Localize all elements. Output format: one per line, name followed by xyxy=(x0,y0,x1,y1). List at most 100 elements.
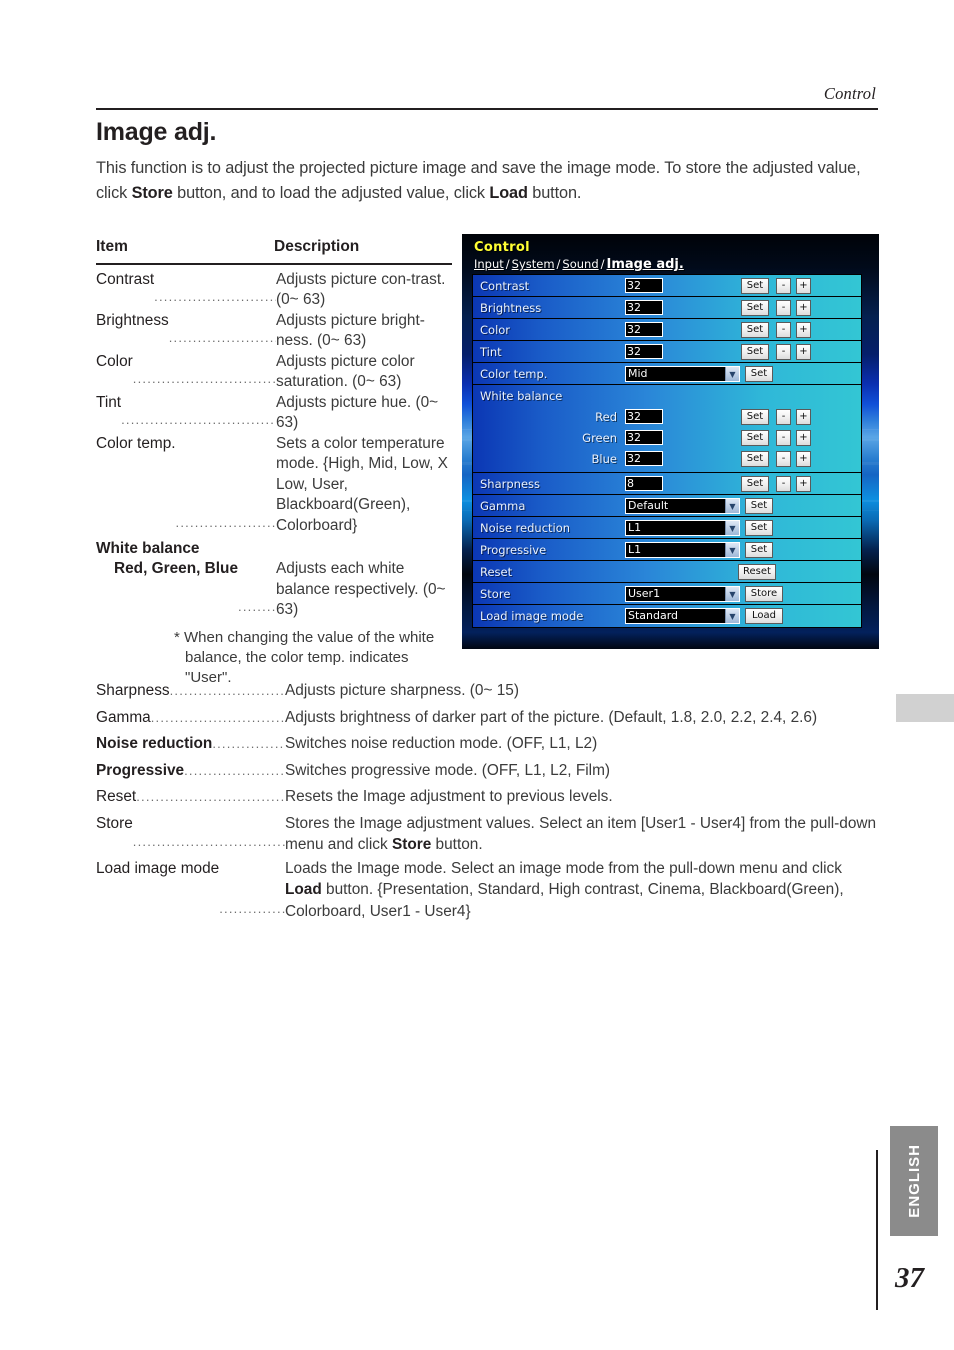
color-temp-select[interactable]: Mid ▼ xyxy=(625,366,740,382)
tint-minus-button[interactable]: - xyxy=(776,343,791,360)
reset-button[interactable]: Reset xyxy=(738,563,776,580)
row-label: Color temp. xyxy=(480,367,548,381)
white-balance-green-minus-button[interactable]: - xyxy=(776,429,791,446)
store-selected-value: User1 xyxy=(626,587,725,601)
noise-reduction-selected-value: L1 xyxy=(626,521,725,535)
progressive-set-button[interactable]: Set xyxy=(745,541,773,558)
load-button[interactable]: Load xyxy=(745,607,783,624)
panel-row-contrast: Contrast 32 Set - + xyxy=(473,275,861,297)
tint-set-button[interactable]: Set xyxy=(741,343,769,360)
definition-description: Sets a color temperature mode. {High, Mi… xyxy=(276,434,448,534)
panel-row-tint: Tint 32 Set - + xyxy=(473,341,861,363)
store-select[interactable]: User1 ▼ xyxy=(625,586,740,602)
breadcrumb-link-input[interactable]: Input xyxy=(474,257,504,271)
gamma-set-button[interactable]: Set xyxy=(745,497,773,514)
breadcrumb: Input / System / Sound / Image adj. xyxy=(474,257,684,272)
sharpness-input[interactable]: 8 xyxy=(625,476,663,491)
color-minus-button[interactable]: - xyxy=(776,321,791,338)
language-tab: ENGLISH xyxy=(890,1126,938,1236)
contrast-minus-button[interactable]: - xyxy=(776,277,791,294)
breadcrumb-link-sound[interactable]: Sound xyxy=(562,257,598,271)
tint-input[interactable]: 32 xyxy=(625,344,663,359)
white-balance-blue-input[interactable]: 32 xyxy=(625,451,663,466)
chevron-down-icon: ▼ xyxy=(725,499,739,513)
brightness-set-button[interactable]: Set xyxy=(741,299,769,316)
desc-pre: Loads the Image mode. Select an image mo… xyxy=(285,859,842,877)
panel-row-color: Color 32 Set - + xyxy=(473,319,861,341)
intro-part-3: button. xyxy=(527,184,582,202)
list-term: Reset xyxy=(96,788,137,805)
row-label: Progressive xyxy=(480,543,547,557)
white-balance-red-minus-button[interactable]: - xyxy=(776,408,791,425)
breadcrumb-link-system[interactable]: System xyxy=(512,257,555,271)
page-title: Image adj. xyxy=(96,118,217,146)
white-balance-red-label: Red xyxy=(595,410,617,424)
white-balance-red-input[interactable]: 32 xyxy=(625,409,663,424)
list-item: Gamma ..................................… xyxy=(96,707,882,732)
dot-leader: ........................................… xyxy=(212,736,285,751)
white-balance-red-plus-button[interactable]: + xyxy=(796,408,811,425)
definition-description: Adjusts picture bright-ness. (0~ 63) xyxy=(276,311,425,350)
row-label: Brightness xyxy=(480,301,542,315)
color-input[interactable]: 32 xyxy=(625,322,663,337)
tint-plus-button[interactable]: + xyxy=(796,343,811,360)
row-label: Sharpness xyxy=(480,477,541,491)
progressive-select[interactable]: L1 ▼ xyxy=(625,542,740,558)
list-description: Switches progressive mode. (OFF, L1, L2,… xyxy=(285,760,882,782)
color-temp-selected-value: Mid xyxy=(626,367,725,381)
sharpness-minus-button[interactable]: - xyxy=(776,475,791,492)
desc-bold: Store xyxy=(391,836,432,853)
white-balance-green-plus-button[interactable]: + xyxy=(796,429,811,446)
definition-row: Brightness .............................… xyxy=(96,311,452,352)
brightness-plus-button[interactable]: + xyxy=(796,299,811,316)
row-label: Contrast xyxy=(480,279,530,293)
definition-term: Color temp. xyxy=(96,434,176,452)
dot-leader: ........................................… xyxy=(132,834,285,849)
contrast-input[interactable]: 32 xyxy=(625,278,663,293)
breadcrumb-current-image-adj: Image adj. xyxy=(606,257,684,272)
breadcrumb-separator: / xyxy=(600,257,605,271)
brightness-input[interactable]: 32 xyxy=(625,300,663,315)
gamma-select[interactable]: Default ▼ xyxy=(625,498,740,514)
white-balance-green-input[interactable]: 32 xyxy=(625,430,663,445)
white-balance-blue-plus-button[interactable]: + xyxy=(796,450,811,467)
sharpness-set-button[interactable]: Set xyxy=(741,475,769,492)
store-button[interactable]: Store xyxy=(745,585,783,602)
definition-term: Brightness xyxy=(96,311,169,329)
color-temp-set-button[interactable]: Set xyxy=(745,365,773,382)
dot-leader: ........................................… xyxy=(168,330,276,346)
dot-leader: ........................................… xyxy=(184,762,285,778)
sharpness-plus-button[interactable]: + xyxy=(796,475,811,492)
brightness-minus-button[interactable]: - xyxy=(776,299,791,316)
white-balance-green-set-button[interactable]: Set xyxy=(741,429,769,446)
contrast-plus-button[interactable]: + xyxy=(796,277,811,294)
panel-row-progressive: Progressive L1 ▼ Set xyxy=(473,539,861,561)
column-header-description: Description xyxy=(274,238,360,255)
list-term: Sharpness xyxy=(96,682,170,699)
row-label: Tint xyxy=(480,345,502,359)
progressive-selected-value: L1 xyxy=(626,543,725,557)
panel-row-store: Store User1 ▼ Store xyxy=(473,583,861,605)
panel-row-sharpness: Sharpness 8 Set - + xyxy=(473,473,861,495)
color-plus-button[interactable]: + xyxy=(796,321,811,338)
noise-reduction-set-button[interactable]: Set xyxy=(745,519,773,536)
white-balance-red-set-button[interactable]: Set xyxy=(741,408,769,425)
dot-leader: ........................................… xyxy=(169,683,285,698)
row-label: Load image mode xyxy=(480,609,584,623)
definition-row: Color temp. ............................… xyxy=(96,434,452,537)
section-edge-marker xyxy=(896,694,954,722)
panel-row-reset: Reset Reset xyxy=(473,561,861,583)
color-set-button[interactable]: Set xyxy=(741,321,769,338)
contrast-set-button[interactable]: Set xyxy=(741,277,769,294)
load-image-mode-select[interactable]: Standard ▼ xyxy=(625,608,740,624)
list-term: Noise reduction xyxy=(96,735,213,752)
definition-term: Color xyxy=(96,352,133,370)
noise-reduction-select[interactable]: L1 ▼ xyxy=(625,520,740,536)
white-balance-blue-minus-button[interactable]: - xyxy=(776,450,791,467)
list-description: Adjusts brightness of darker part of the… xyxy=(285,707,882,729)
list-term: Progressive xyxy=(96,761,185,779)
desc-pre: Adjusts picture sharpness. (0~ 15) xyxy=(285,682,519,699)
panel-row-color-temp: Color temp. Mid ▼ Set xyxy=(473,363,861,385)
white-balance-blue-set-button[interactable]: Set xyxy=(741,450,769,467)
chevron-down-icon: ▼ xyxy=(725,367,739,381)
